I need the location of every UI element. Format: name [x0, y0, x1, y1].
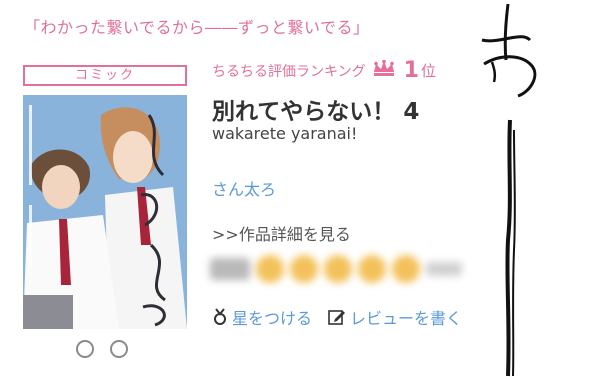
review-button[interactable]: レビューを書く — [328, 305, 462, 329]
review-label: レビューを書く — [350, 309, 463, 328]
ranking-label: ちるちる評価ランキング — [212, 63, 366, 80]
author-link[interactable]: さん太ろ — [212, 176, 276, 200]
rate-button[interactable]: 星をつける — [212, 305, 312, 329]
star-icon — [324, 255, 352, 283]
star-icon — [358, 255, 386, 283]
ranking: ちるちる評価ランキング 1 位 — [212, 58, 436, 83]
star-icon — [392, 255, 420, 283]
book-title[interactable]: 別れてやらない！ 4 — [212, 92, 419, 126]
blurred-rating — [210, 255, 462, 283]
star-icon — [256, 255, 284, 283]
tagline: 「わかった繋いでるから――ずっと繋いでる」 — [24, 18, 370, 37]
crown-icon — [372, 59, 396, 82]
actions: 星をつける レビューを書く — [212, 305, 462, 329]
category-badge: コミック — [23, 65, 187, 86]
detail-link[interactable]: >>作品詳細を見る — [212, 221, 351, 245]
star-icon — [290, 255, 318, 283]
rate-label: 星をつける — [232, 309, 313, 328]
book-romaji: wakarete yaranai! — [212, 124, 358, 143]
ribbon-icon — [212, 308, 228, 326]
rating-score — [210, 258, 250, 280]
handwritten-scribble — [481, 3, 537, 377]
rank-number: 1 — [403, 58, 419, 83]
carousel-dot-1[interactable] — [76, 340, 94, 358]
pencil-icon — [328, 308, 346, 326]
rating-count — [426, 262, 462, 276]
cover-illustration — [23, 95, 187, 329]
carousel-dot-2[interactable] — [110, 340, 128, 358]
carousel-dots — [76, 340, 128, 358]
book-cover[interactable] — [23, 95, 187, 329]
rank-suffix: 位 — [420, 62, 436, 80]
